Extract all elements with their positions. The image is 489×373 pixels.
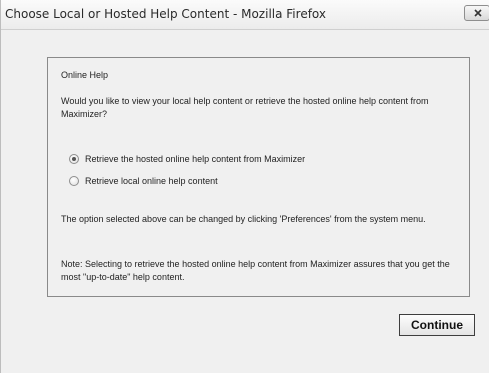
radio-hosted-help[interactable]: [69, 154, 79, 164]
online-help-panel: Online Help Would you like to view your …: [47, 57, 470, 297]
close-icon: [474, 9, 482, 17]
close-button[interactable]: [464, 5, 489, 21]
browser-window: Choose Local or Hosted Help Content - Mo…: [0, 0, 489, 373]
preferences-note: The option selected above can be changed…: [61, 214, 426, 224]
option-local-help[interactable]: Retrieve local online help content: [69, 174, 218, 188]
help-question: Would you like to view your local help c…: [61, 96, 429, 119]
option-local-label: Retrieve local online help content: [85, 176, 218, 186]
option-hosted-help[interactable]: Retrieve the hosted online help content …: [69, 152, 305, 166]
option-hosted-label: Retrieve the hosted online help content …: [85, 154, 306, 164]
hosted-note: Note: Selecting to retrieve the hosted o…: [61, 259, 450, 282]
section-title: Online Help: [61, 70, 109, 80]
title-bar: Choose Local or Hosted Help Content - Mo…: [1, 0, 489, 30]
window-title: Choose Local or Hosted Help Content - Mo…: [5, 7, 326, 21]
continue-button[interactable]: Continue: [399, 314, 475, 336]
radio-local-help[interactable]: [69, 176, 79, 186]
